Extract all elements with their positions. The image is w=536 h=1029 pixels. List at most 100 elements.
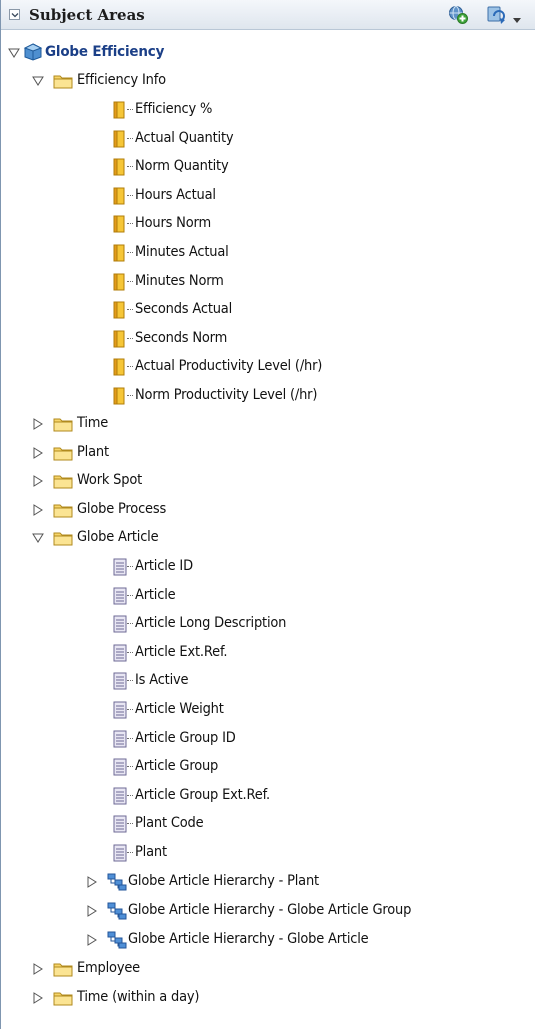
folder-globe-article[interactable]: Globe Article bbox=[1, 524, 535, 552]
column-label: Article ID bbox=[135, 558, 193, 574]
folder-icon bbox=[53, 475, 73, 489]
attribute-column-icon bbox=[113, 587, 127, 605]
attribute-column-icon bbox=[113, 558, 127, 576]
tree-connector bbox=[127, 309, 133, 311]
column-item[interactable]: Article Ext.Ref. bbox=[1, 639, 535, 667]
column-item[interactable]: Hours Actual bbox=[1, 182, 535, 210]
collapsed-triangle-icon[interactable] bbox=[31, 503, 45, 517]
column-item[interactable]: Article Group ID bbox=[1, 725, 535, 753]
refresh-icon[interactable] bbox=[486, 5, 508, 29]
column-label: Actual Quantity bbox=[135, 129, 234, 146]
tree-connector bbox=[127, 395, 133, 396]
column-label: Article Weight bbox=[135, 701, 224, 717]
folder-time[interactable]: Time bbox=[1, 410, 535, 438]
measure-column-icon bbox=[113, 130, 125, 148]
column-item[interactable]: Norm Quantity bbox=[1, 153, 535, 181]
tree-connector bbox=[127, 737, 133, 739]
add-subject-area-icon[interactable] bbox=[447, 5, 469, 29]
column-item[interactable]: Seconds Norm bbox=[1, 325, 535, 353]
tree-root-globe-efficiency[interactable]: Globe Efficiency bbox=[1, 39, 535, 67]
column-item[interactable]: Article bbox=[1, 582, 535, 610]
tree-connector bbox=[127, 823, 133, 825]
collapsed-triangle-icon[interactable] bbox=[85, 875, 99, 889]
tree-connector bbox=[127, 709, 133, 710]
chevron-down-icon bbox=[11, 13, 19, 18]
column-label: Hours Actual bbox=[135, 186, 216, 203]
column-item[interactable]: Minutes Actual bbox=[1, 239, 535, 267]
tree-connector bbox=[127, 337, 133, 339]
attribute-column-icon bbox=[113, 615, 127, 633]
column-item[interactable]: Article Weight bbox=[1, 696, 535, 724]
measure-column-icon bbox=[113, 330, 125, 348]
folder-work-spot[interactable]: Work Spot bbox=[1, 467, 535, 495]
folder-label: Employee bbox=[77, 960, 141, 976]
column-label: Seconds Actual bbox=[135, 301, 233, 318]
folder-time-within-a-day[interactable]: Time (within a day) bbox=[1, 984, 535, 1012]
folder-icon bbox=[53, 992, 73, 1006]
collapsed-triangle-icon[interactable] bbox=[85, 933, 99, 947]
column-item[interactable]: Plant Code bbox=[1, 810, 535, 838]
expanded-triangle-icon[interactable] bbox=[7, 46, 21, 60]
collapsed-triangle-icon[interactable] bbox=[31, 446, 45, 460]
tree-connector bbox=[127, 252, 133, 253]
column-label: Efficiency % bbox=[135, 101, 213, 117]
column-item[interactable]: Hours Norm bbox=[1, 210, 535, 238]
collapsed-triangle-icon[interactable] bbox=[31, 962, 45, 976]
chevron-down-icon[interactable] bbox=[512, 12, 522, 28]
hierarchy-item[interactable]: Globe Article Hierarchy - Globe Article … bbox=[1, 897, 535, 925]
column-label: Article Group Ext.Ref. bbox=[135, 786, 271, 803]
folder-label: Globe Process bbox=[77, 501, 167, 517]
collapsed-triangle-icon[interactable] bbox=[31, 417, 45, 431]
column-item[interactable]: Actual Productivity Level (/hr) bbox=[1, 353, 535, 381]
expanded-triangle-icon[interactable] bbox=[31, 531, 45, 545]
column-label: Minutes Norm bbox=[135, 272, 224, 289]
column-label: Hours Norm bbox=[135, 215, 211, 232]
folder-employee[interactable]: Employee bbox=[1, 955, 535, 983]
attribute-column-icon bbox=[113, 844, 127, 862]
tree-connector bbox=[127, 166, 133, 168]
column-item[interactable]: Actual Quantity bbox=[1, 125, 535, 153]
hierarchy-icon bbox=[107, 902, 127, 920]
tree-connector bbox=[127, 623, 133, 625]
column-item[interactable]: Article Group Ext.Ref. bbox=[1, 782, 535, 810]
hierarchy-label: Globe Article Hierarchy - Plant bbox=[128, 873, 319, 889]
tree-root-label: Globe Efficiency bbox=[45, 44, 165, 60]
column-label: Article Group bbox=[135, 758, 219, 775]
folder-icon bbox=[53, 75, 73, 89]
collapse-panel-button[interactable] bbox=[9, 9, 20, 20]
attribute-column-icon bbox=[113, 758, 127, 776]
attribute-column-icon bbox=[113, 815, 127, 833]
attribute-column-icon bbox=[113, 644, 127, 662]
folder-label: Time bbox=[77, 415, 109, 431]
column-item[interactable]: Is Active bbox=[1, 667, 535, 695]
collapsed-triangle-icon[interactable] bbox=[31, 474, 45, 488]
attribute-column-icon bbox=[113, 701, 127, 719]
column-item[interactable]: Seconds Actual bbox=[1, 296, 535, 324]
collapsed-triangle-icon[interactable] bbox=[85, 904, 99, 918]
column-item[interactable]: Norm Productivity Level (/hr) bbox=[1, 382, 535, 410]
hierarchy-item[interactable]: Globe Article Hierarchy - Globe Article bbox=[1, 926, 535, 954]
column-label: Article Group ID bbox=[135, 729, 236, 746]
column-item[interactable]: Plant bbox=[1, 839, 535, 867]
column-item[interactable]: Article ID bbox=[1, 553, 535, 581]
tree-connector bbox=[127, 766, 133, 768]
attribute-column-icon bbox=[113, 672, 127, 690]
collapsed-triangle-icon[interactable] bbox=[31, 991, 45, 1005]
folder-label: Time (within a day) bbox=[77, 989, 200, 1005]
tree-connector bbox=[127, 366, 133, 368]
column-item[interactable]: Minutes Norm bbox=[1, 268, 535, 296]
column-item[interactable]: Article Long Description bbox=[1, 610, 535, 638]
column-item[interactable]: Article Group bbox=[1, 753, 535, 781]
measure-column-icon bbox=[113, 101, 125, 119]
subject-area-cube-icon bbox=[23, 43, 43, 61]
folder-plant[interactable]: Plant bbox=[1, 439, 535, 467]
folder-globe-process[interactable]: Globe Process bbox=[1, 496, 535, 524]
folder-efficiency-info[interactable]: Efficiency Info bbox=[1, 67, 535, 95]
hierarchy-icon bbox=[107, 873, 127, 891]
folder-label: Efficiency Info bbox=[77, 72, 166, 88]
expanded-triangle-icon[interactable] bbox=[31, 74, 45, 88]
folder-icon bbox=[53, 447, 73, 461]
measure-column-icon bbox=[113, 215, 125, 233]
hierarchy-item[interactable]: Globe Article Hierarchy - Plant bbox=[1, 868, 535, 896]
column-item[interactable]: Efficiency % bbox=[1, 96, 535, 124]
